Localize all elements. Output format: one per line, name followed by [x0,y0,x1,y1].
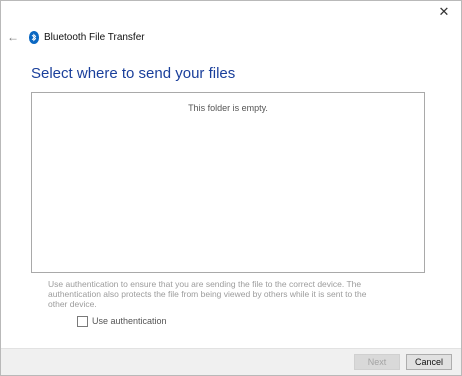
device-list[interactable]: This folder is empty. [31,92,425,273]
next-button[interactable]: Next [354,354,400,370]
use-authentication-checkbox[interactable] [77,315,88,327]
back-button[interactable]: ← [5,29,21,45]
window-title: Bluetooth File Transfer [44,31,145,43]
use-authentication-option[interactable]: Use authentication [77,315,167,327]
close-icon: ✕ [438,4,450,19]
page-heading: Select where to send your files [31,65,236,82]
dialog-footer: Next Cancel [1,348,461,375]
dialog-window: ✕ ← Bluetooth File Transfer Select where… [0,0,462,376]
title-bar: Bluetooth File Transfer [29,30,145,44]
back-arrow-icon: ← [7,30,19,44]
cancel-button[interactable]: Cancel [406,354,452,370]
authentication-description: Use authentication to ensure that you ar… [48,279,367,309]
use-authentication-label[interactable]: Use authentication [92,316,167,326]
close-button[interactable]: ✕ [431,1,457,23]
empty-folder-message: This folder is empty. [188,103,268,113]
bluetooth-icon [29,30,39,44]
